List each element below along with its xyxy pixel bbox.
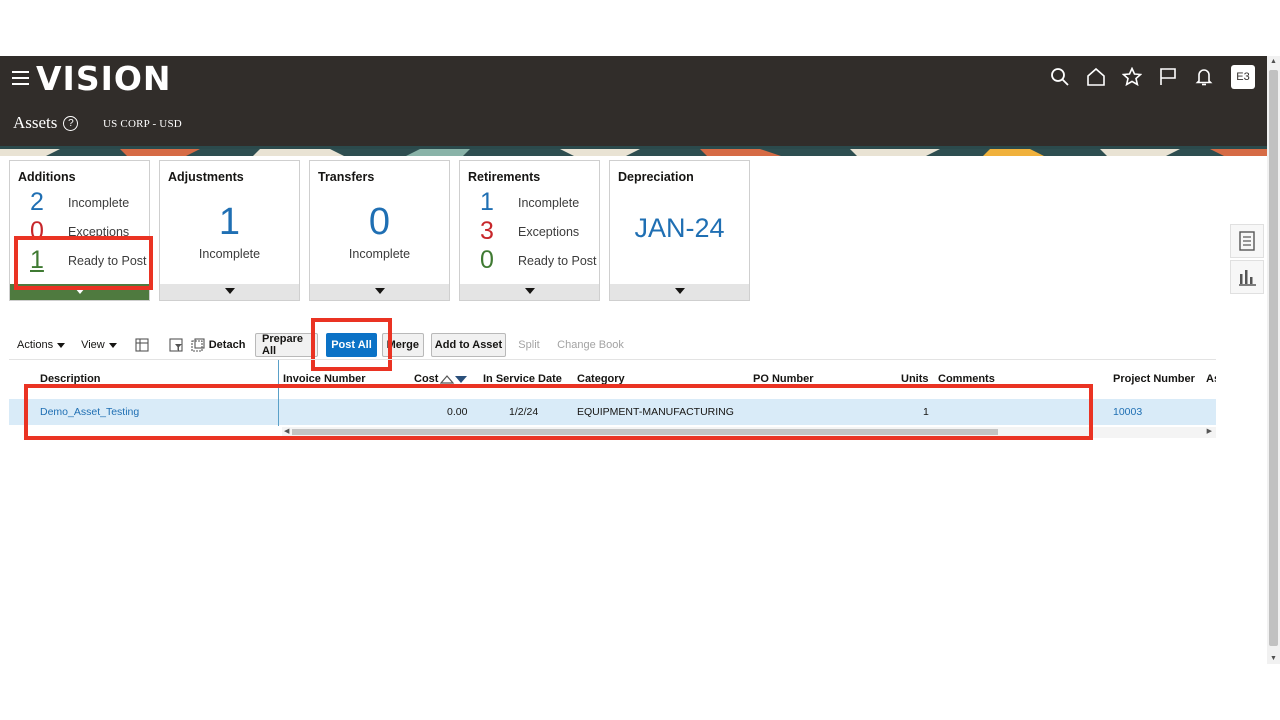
detach-label: Detach bbox=[208, 339, 246, 351]
caret-down-icon bbox=[57, 342, 66, 348]
metric-count: 0 bbox=[368, 201, 391, 243]
metric-label: Incomplete bbox=[518, 195, 580, 210]
tile-expand[interactable] bbox=[310, 284, 449, 300]
split-button[interactable]: Split bbox=[512, 333, 546, 357]
chevron-down-icon bbox=[524, 288, 535, 294]
table-top-border bbox=[9, 359, 1216, 360]
metric-label: Exceptions bbox=[518, 224, 580, 239]
tile-transfers[interactable]: Transfers 0 Incomplete bbox=[309, 160, 450, 301]
query-by-example-icon[interactable] bbox=[169, 338, 183, 352]
flag-icon[interactable] bbox=[1150, 66, 1186, 88]
page-title-text: Assets bbox=[13, 113, 58, 132]
retirements-ready-to-post[interactable]: 0 Ready to Post bbox=[480, 246, 597, 275]
tile-expand[interactable] bbox=[610, 284, 749, 300]
home-icon[interactable] bbox=[1078, 66, 1114, 88]
bell-icon[interactable] bbox=[1186, 66, 1222, 88]
scroll-down-icon[interactable]: ▼ bbox=[1270, 655, 1277, 662]
actions-menu[interactable]: Actions bbox=[17, 339, 66, 351]
scroll-up-icon[interactable]: ▲ bbox=[1270, 58, 1277, 65]
additions-incomplete[interactable]: 2 Incomplete bbox=[30, 188, 129, 217]
actions-menu-label: Actions bbox=[17, 339, 54, 351]
depreciation-period: JAN-24 bbox=[634, 213, 725, 243]
chevron-down-icon bbox=[674, 288, 685, 294]
tile-adjustments[interactable]: Adjustments 1 Incomplete bbox=[159, 160, 300, 301]
help-icon[interactable]: ? bbox=[63, 115, 79, 131]
highlight-post-all bbox=[311, 318, 392, 371]
sort-icon[interactable] bbox=[440, 374, 468, 384]
caret-down-icon bbox=[108, 342, 117, 348]
retirements-incomplete[interactable]: 1 Incomplete bbox=[480, 188, 579, 217]
tile-title: Adjustments bbox=[168, 170, 244, 184]
scroll-thumb[interactable] bbox=[1269, 70, 1278, 646]
metric-count: 3 bbox=[480, 217, 494, 245]
tile-depreciation[interactable]: Depreciation JAN-24 bbox=[609, 160, 750, 301]
tile-expand[interactable] bbox=[160, 284, 299, 300]
metric-label: Incomplete bbox=[198, 247, 261, 261]
metric-count: 2 bbox=[30, 188, 44, 216]
detach-button[interactable]: Detach bbox=[191, 338, 246, 352]
highlight-ready-to-post bbox=[14, 236, 153, 290]
header-actions bbox=[1042, 66, 1222, 88]
app-logo[interactable]: VISION bbox=[36, 59, 172, 98]
col-asset-truncated[interactable]: As bbox=[1206, 373, 1216, 385]
metric-label: Ready to Post bbox=[518, 253, 597, 268]
scroll-right-icon[interactable]: ▶ bbox=[1207, 427, 1212, 435]
page-title: Assets ? bbox=[13, 113, 79, 133]
search-icon[interactable] bbox=[1042, 66, 1078, 88]
user-avatar[interactable]: E3 bbox=[1231, 65, 1255, 89]
freeze-icon[interactable] bbox=[135, 338, 149, 352]
add-to-asset-button[interactable]: Add to Asset bbox=[431, 333, 506, 357]
analytics-panel-icon[interactable] bbox=[1230, 260, 1264, 294]
table-toolbar: Actions View Detach bbox=[17, 333, 245, 357]
metric-count: 1 bbox=[218, 201, 241, 243]
tile-title: Transfers bbox=[318, 170, 375, 184]
cell-project-number[interactable]: 10003 bbox=[1113, 406, 1142, 418]
detach-icon bbox=[191, 338, 205, 352]
prepare-all-button[interactable]: Prepare All bbox=[255, 333, 318, 357]
tile-retirements[interactable]: Retirements 1 Incomplete 3 Exceptions 0 … bbox=[459, 160, 600, 301]
metric-label: Incomplete bbox=[348, 247, 411, 261]
chevron-down-icon bbox=[374, 288, 385, 294]
top-margin bbox=[0, 0, 1280, 56]
page-subtitle: US CORP - USD bbox=[103, 118, 182, 130]
tile-title: Depreciation bbox=[618, 170, 694, 184]
document-panel-icon[interactable] bbox=[1230, 224, 1264, 258]
star-icon[interactable] bbox=[1114, 66, 1150, 88]
change-book-button[interactable]: Change Book bbox=[553, 333, 628, 357]
metric-count: 0 bbox=[480, 246, 494, 274]
chevron-down-icon bbox=[224, 288, 235, 294]
tile-title: Retirements bbox=[468, 170, 541, 184]
view-menu[interactable]: View bbox=[81, 339, 117, 351]
metric-label: Incomplete bbox=[68, 195, 130, 210]
page-vertical-scrollbar[interactable]: ▲ ▼ bbox=[1267, 56, 1280, 664]
view-menu-label: View bbox=[81, 339, 105, 351]
decorative-banner bbox=[0, 146, 1267, 156]
metric-count: 1 bbox=[480, 188, 494, 216]
tile-expand[interactable] bbox=[460, 284, 599, 300]
retirements-exceptions[interactable]: 3 Exceptions bbox=[480, 217, 579, 246]
tile-title: Additions bbox=[18, 170, 76, 184]
menu-icon[interactable] bbox=[12, 71, 29, 85]
highlight-asset-row bbox=[24, 384, 1093, 440]
col-project-number[interactable]: Project Number bbox=[1113, 373, 1195, 385]
